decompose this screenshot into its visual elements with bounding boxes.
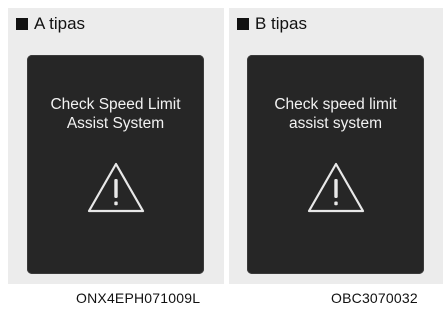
- panel-b-title: B tipas: [255, 14, 307, 33]
- cluster-display-b: Check speed limit assist system: [247, 55, 424, 274]
- image-code-a: ONX4EPH071009L: [76, 290, 201, 306]
- warning-message-a: Check Speed Limit Assist System: [50, 96, 181, 132]
- image-code-b: OBC3070032: [331, 290, 418, 306]
- warning-triangle-icon: [307, 162, 364, 213]
- warning-message-b: Check speed limit assist system: [274, 96, 397, 132]
- panel-a-title: A tipas: [34, 14, 86, 33]
- panel-a-header: A tipas: [16, 14, 85, 34]
- panel-b-header: B tipas: [237, 14, 307, 34]
- square-bullet-icon: [237, 18, 249, 30]
- panel-b: B tipas Check speed limit assist system: [229, 8, 443, 284]
- warning-triangle-icon: [87, 162, 144, 213]
- panel-a: A tipas Check Speed Limit Assist System: [8, 8, 224, 284]
- cluster-display-a: Check Speed Limit Assist System: [27, 55, 204, 274]
- square-bullet-icon: [16, 18, 28, 30]
